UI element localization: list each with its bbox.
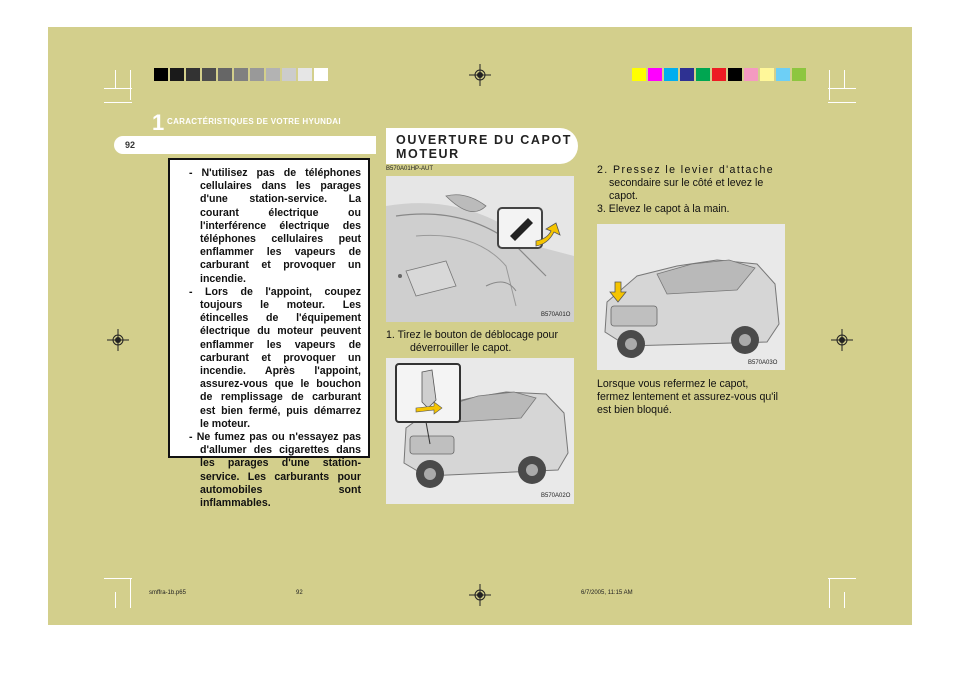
footer-file-name: smffra-1b.p65 <box>149 590 186 596</box>
gray-swatch <box>186 68 200 81</box>
secondary-latch-figure <box>386 358 574 504</box>
gray-swatch <box>314 68 328 81</box>
gray-swatch <box>170 68 184 81</box>
registration-mark-icon <box>469 584 491 606</box>
step-2-line: capot. <box>609 190 638 202</box>
registration-mark-icon <box>831 329 853 351</box>
gray-swatch <box>234 68 248 81</box>
figure-label: B570A03O <box>748 360 778 366</box>
gray-swatch <box>154 68 168 81</box>
color-swatch <box>664 68 678 81</box>
warning-item: - Lors de l'appoint, coupez toujours le … <box>189 285 361 430</box>
step-3-line: 3. Elevez le capot à la main. <box>597 203 730 215</box>
gray-swatch <box>298 68 312 81</box>
registration-mark-icon <box>469 64 491 86</box>
gray-swatch <box>250 68 264 81</box>
color-swatch <box>648 68 662 81</box>
step-2-line: secondaire sur le côté et levez le <box>609 177 764 189</box>
warning-item: - N'utilisez pas de téléphones cellulair… <box>189 167 361 285</box>
color-swatch <box>760 68 774 81</box>
gray-swatch <box>282 68 296 81</box>
chapter-number: 1 <box>152 110 165 135</box>
gray-swatch <box>202 68 216 81</box>
closing-note: Lorsque vous refermez le capot, fermez l… <box>597 378 789 417</box>
page-number-tab <box>114 136 376 154</box>
warning-item: - Ne fumez pas ou n'essayez pas d'allume… <box>189 431 361 510</box>
footer-timestamp: 6/7/2005, 11:15 AM <box>581 590 633 596</box>
color-swatch <box>680 68 694 81</box>
step-1-line: 1. Tirez le bouton de déblocage pour <box>386 329 558 341</box>
section-title: OUVERTURE DU CAPOT MOTEUR <box>396 133 578 161</box>
section-title-line: MOTEUR <box>396 147 460 161</box>
gray-swatch <box>218 68 232 81</box>
hood-release-lever-figure <box>386 176 574 322</box>
chapter-title: CARACTÉRISTIQUES DE VOTRE HYUNDAI <box>167 117 341 126</box>
color-swatch <box>776 68 790 81</box>
step-1-text: 1. Tirez le bouton de déblocage pour déve… <box>386 329 578 355</box>
figure-label: B570A01O <box>541 312 571 318</box>
gray-swatch <box>266 68 280 81</box>
closing-line: est bien bloqué. <box>597 404 672 416</box>
figure-label: B570A02O <box>541 493 571 499</box>
registration-mark-icon <box>107 329 129 351</box>
step-2-text: 2. Pressez le levier d'attache secondair… <box>597 164 789 216</box>
footer-page: 92 <box>296 590 303 596</box>
warning-box: - N'utilisez pas de téléphones cellulair… <box>168 158 370 509</box>
closing-line: Lorsque vous refermez le capot, <box>597 378 749 390</box>
color-swatch <box>728 68 742 81</box>
color-swatch <box>792 68 806 81</box>
color-swatch <box>744 68 758 81</box>
closing-line: fermez lentement et assurez-vous qu'il <box>597 391 779 403</box>
color-swatch <box>696 68 710 81</box>
step-2-line: 2. Pressez le levier d'attache <box>597 164 775 176</box>
section-title-line: OUVERTURE DU CAPOT <box>396 133 573 147</box>
section-ref-code: B570A01HP-AUT <box>386 166 434 172</box>
step-1-line: déverrouiller le capot. <box>410 342 512 354</box>
page-number: 92 <box>125 140 136 150</box>
raise-hood-figure <box>597 224 785 370</box>
warning-list: - N'utilisez pas de téléphones cellulair… <box>170 160 368 510</box>
color-swatch <box>712 68 726 81</box>
color-swatch <box>632 68 646 81</box>
